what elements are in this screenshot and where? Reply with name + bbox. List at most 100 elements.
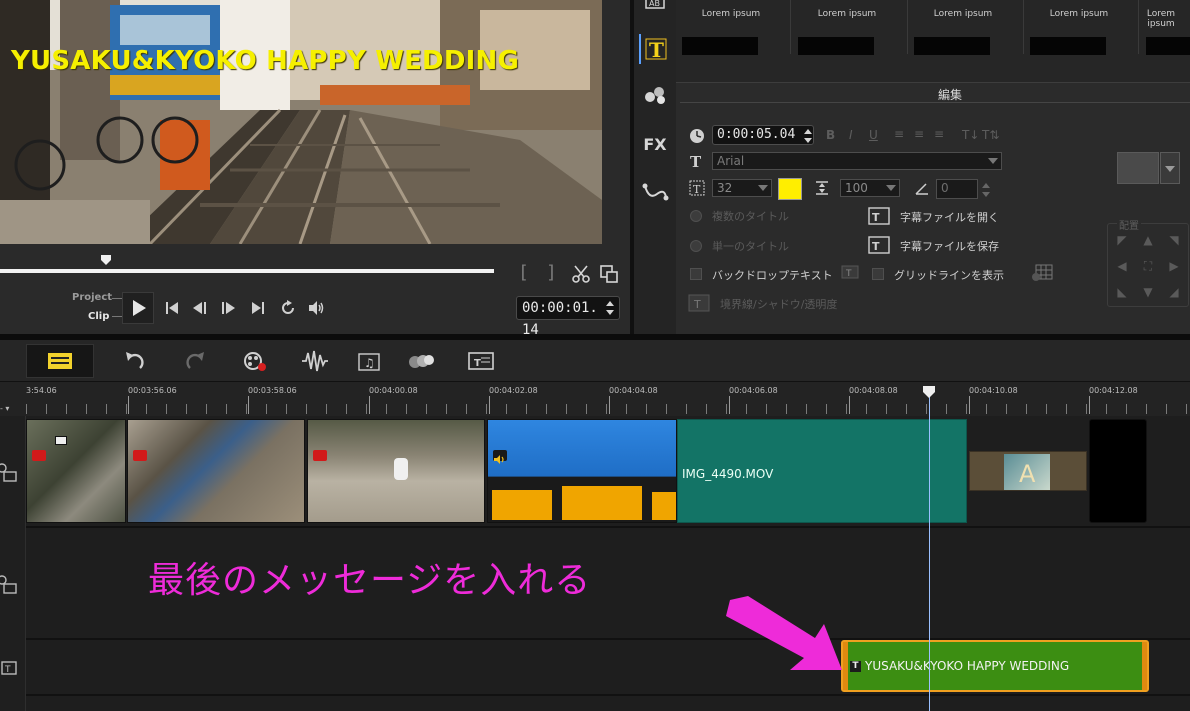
library-thumbnail[interactable]	[914, 37, 990, 55]
previous-frame-icon[interactable]	[190, 298, 210, 318]
library-thumbnail[interactable]	[682, 37, 758, 55]
graphics-library-icon[interactable]	[639, 80, 671, 110]
subtitle-editor-icon[interactable]: T	[466, 348, 496, 374]
library-thumbnail-caption[interactable]: Lorem ipsum	[1132, 9, 1190, 29]
border-shadow-icon[interactable]: T	[688, 294, 710, 312]
duration-field[interactable]: 0:00:05.04	[712, 125, 814, 145]
align-right-icon[interactable]: ▶	[1166, 258, 1182, 274]
align-right-icon[interactable]: ≡	[934, 127, 944, 141]
library-thumbnail[interactable]	[798, 37, 874, 55]
black-clip[interactable]	[1089, 419, 1147, 523]
italic-icon[interactable]: I	[849, 128, 853, 142]
timeline-ruler[interactable]: 3:54.06 00:03:56.06 00:03:58.06 00:04:00…	[0, 382, 1190, 416]
go-to-start-icon[interactable]	[162, 298, 182, 318]
timecode-stepper-icon[interactable]	[606, 299, 614, 317]
fx-filter-icon[interactable]: FX	[639, 130, 671, 160]
font-dropdown-chevron-icon[interactable]	[988, 157, 998, 165]
save-subtitle-icon[interactable]: T	[868, 236, 890, 254]
bold-icon[interactable]: B	[826, 128, 835, 142]
sound-mixer-icon[interactable]	[300, 348, 330, 374]
playhead-knob-icon[interactable]	[922, 385, 936, 399]
mode-clip-label[interactable]: Clip	[88, 311, 109, 322]
font-size-chevron-icon[interactable]	[758, 184, 768, 192]
align-top-right-icon[interactable]: ◥	[1166, 232, 1182, 248]
library-thumbnail-caption[interactable]: Lorem ipsum	[792, 9, 902, 19]
music-track-header[interactable]	[0, 696, 26, 711]
zoom-control-icon[interactable]: - ▾	[0, 404, 9, 413]
backdrop-text-checkbox[interactable]	[690, 268, 702, 280]
video-track-header[interactable]	[0, 416, 26, 528]
vertical-text-icon[interactable]: T↓	[962, 128, 979, 142]
motion-tracking-icon[interactable]	[406, 348, 436, 374]
music-track[interactable]	[26, 696, 1190, 711]
backdrop-settings-icon[interactable]: T	[838, 264, 860, 282]
open-subtitle-label[interactable]: 字幕ファイルを開く	[900, 209, 999, 225]
auto-music-icon[interactable]: ♫	[355, 348, 385, 374]
storyboard-view-icon[interactable]	[0, 348, 6, 374]
font-select[interactable]: Arial	[712, 152, 1002, 170]
grid-settings-icon[interactable]	[1028, 263, 1054, 283]
library-thumbnail[interactable]	[1030, 37, 1106, 55]
play-button[interactable]	[122, 292, 154, 324]
title-track-header[interactable]: T	[0, 640, 26, 696]
scissors-icon[interactable]	[570, 263, 592, 285]
video-clip[interactable]	[487, 419, 677, 523]
align-bottom-left-icon[interactable]: ◣	[1114, 284, 1130, 300]
timeline-view-button[interactable]	[26, 344, 94, 378]
transition-clip[interactable]: A	[969, 451, 1087, 491]
text-direction-icon[interactable]: T⇅	[982, 128, 999, 142]
scrub-bar[interactable]	[0, 269, 494, 273]
border-shadow-label[interactable]: 境界線/シャドウ/透明度	[720, 296, 837, 312]
scrub-thumb-icon[interactable]	[100, 254, 112, 266]
path-motion-icon[interactable]	[639, 176, 671, 206]
video-clip[interactable]	[26, 419, 126, 523]
library-thumbnail-caption[interactable]: Lorem ipsum	[676, 9, 786, 19]
rotation-stepper-icon[interactable]	[982, 181, 990, 199]
text-color-swatch[interactable]	[778, 178, 802, 200]
library-thumbnail-caption[interactable]: Lorem ipsum	[908, 9, 1018, 19]
redo-icon[interactable]	[180, 348, 210, 374]
open-subtitle-icon[interactable]: T	[868, 207, 890, 225]
text-preset-dropdown[interactable]	[1160, 152, 1180, 184]
mark-out-icon[interactable]: ]	[546, 262, 557, 283]
align-left-icon[interactable]: ≡	[894, 127, 904, 141]
video-clip[interactable]	[127, 419, 305, 523]
undo-icon[interactable]	[120, 348, 150, 374]
video-track[interactable]: IMG_4490.MOV A	[26, 416, 1190, 528]
preview-timecode-field[interactable]: 00:00:01. 14	[516, 296, 620, 338]
gridlines-checkbox[interactable]	[872, 268, 884, 280]
align-left-icon[interactable]: ◀	[1114, 258, 1130, 274]
align-center-icon[interactable]: ≡	[914, 127, 924, 141]
rotation-field[interactable]: 0	[936, 179, 978, 199]
video-clip-selected[interactable]: IMG_4490.MOV	[677, 419, 967, 523]
next-frame-icon[interactable]	[218, 298, 238, 318]
align-center-icon[interactable]: ⛶	[1140, 258, 1156, 274]
playhead-line[interactable]	[929, 396, 930, 711]
save-subtitle-label[interactable]: 字幕ファイルを保存	[900, 238, 999, 254]
transition-library-icon[interactable]: AB	[639, 0, 671, 30]
library-thumbnail-caption[interactable]: Lorem ipsum	[1024, 9, 1134, 19]
title-clip-right-handle[interactable]	[1142, 642, 1147, 690]
text-preset-box[interactable]	[1117, 152, 1159, 184]
repeat-icon[interactable]	[278, 298, 298, 318]
align-top-left-icon[interactable]: ◤	[1114, 232, 1130, 248]
align-bottom-right-icon[interactable]: ◢	[1166, 284, 1182, 300]
title-clip[interactable]: T YUSAKU&KYOKO HAPPY WEDDING	[841, 640, 1149, 692]
duration-stepper-icon[interactable]	[804, 127, 812, 145]
record-capture-icon[interactable]	[240, 348, 270, 374]
underline-icon[interactable]: U	[869, 128, 878, 142]
mode-project-label[interactable]: Project	[72, 292, 112, 303]
volume-icon[interactable]	[306, 298, 326, 318]
title-library-tab[interactable]: T	[639, 34, 671, 64]
mark-in-icon[interactable]: [	[518, 262, 529, 283]
overlay-track-header[interactable]	[0, 528, 26, 640]
edit-tab[interactable]: 編集	[680, 83, 1190, 103]
library-thumbnail[interactable]	[1146, 37, 1190, 55]
video-clip[interactable]	[307, 419, 485, 523]
single-title-radio[interactable]	[690, 240, 702, 252]
align-bottom-icon[interactable]: ▼	[1140, 284, 1156, 300]
align-top-icon[interactable]: ▲	[1140, 232, 1156, 248]
enlarge-preview-icon[interactable]	[598, 263, 620, 285]
line-spacing-chevron-icon[interactable]	[886, 184, 896, 192]
multi-title-radio[interactable]	[690, 210, 702, 222]
